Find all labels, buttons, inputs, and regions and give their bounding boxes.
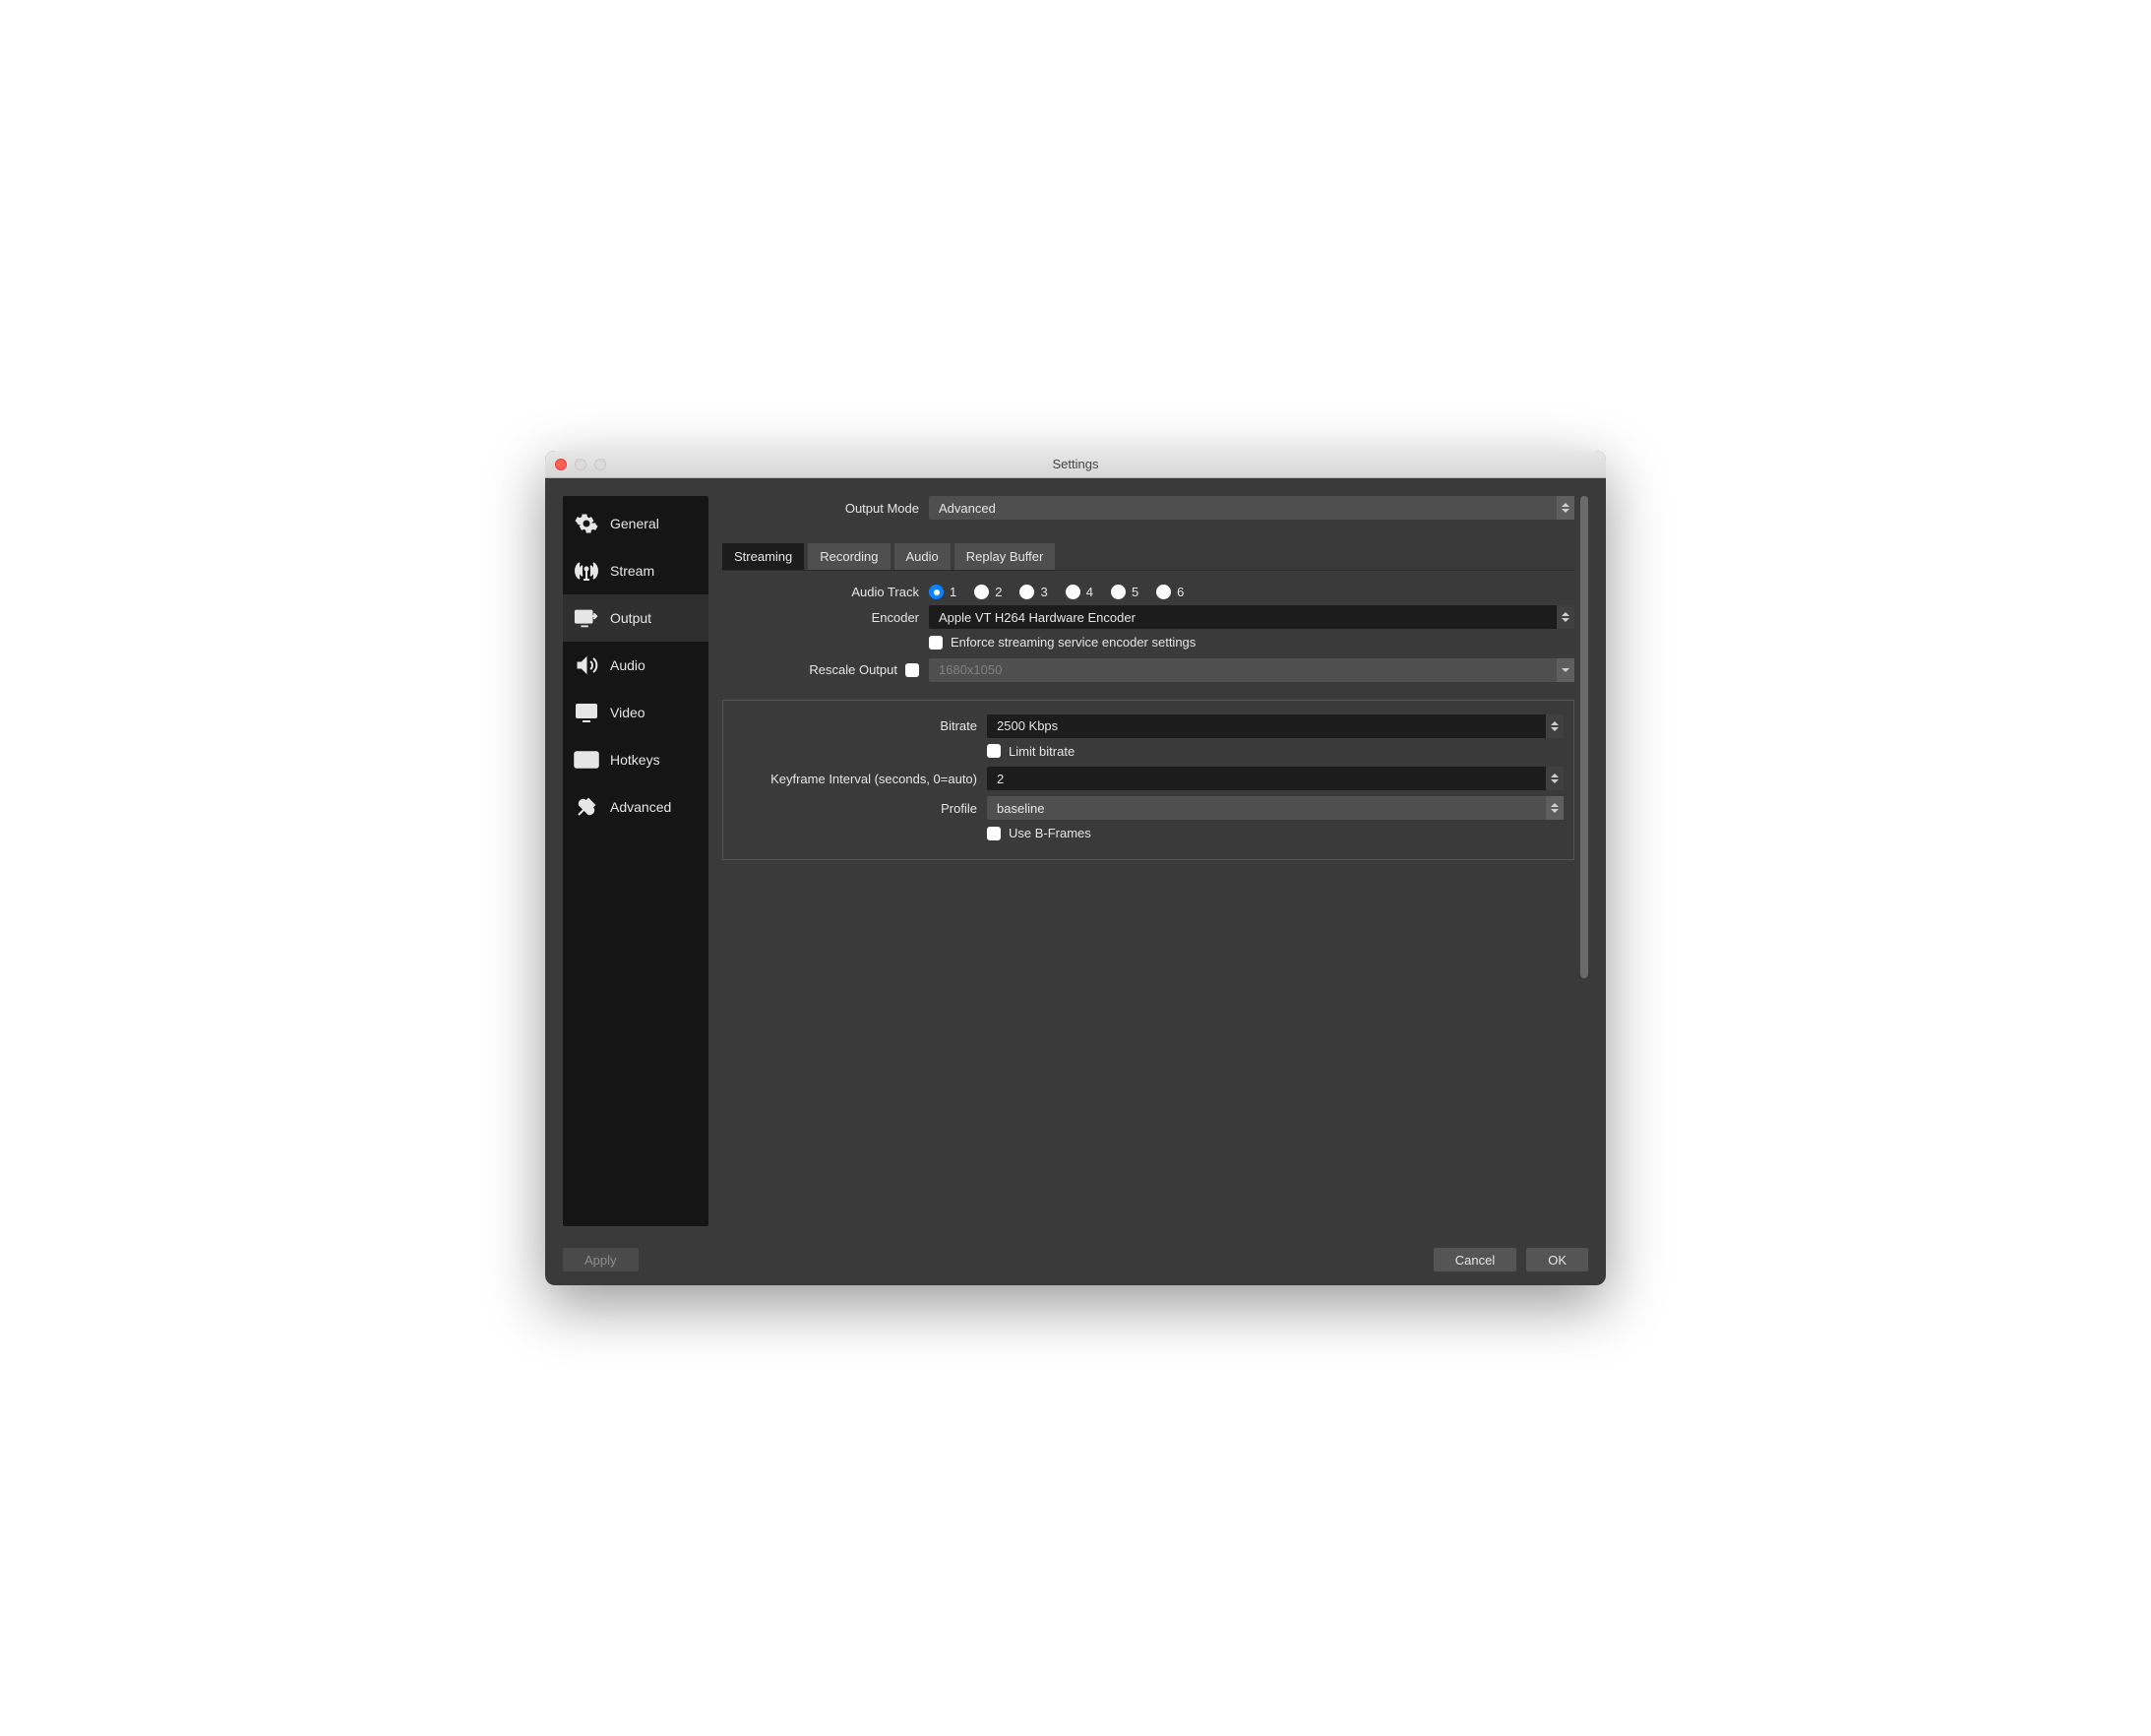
audio-track-3[interactable]: 3 <box>1019 585 1047 599</box>
bitrate-value: 2500 Kbps <box>997 718 1058 733</box>
audio-track-6[interactable]: 6 <box>1156 585 1184 599</box>
rescale-output-select[interactable]: 1680x1050 <box>929 658 1574 682</box>
sidebar-item-label: Output <box>610 610 651 626</box>
monitor-icon <box>573 701 600 724</box>
keyframe-label: Keyframe Interval (seconds, 0=auto) <box>733 772 977 786</box>
audio-track-1[interactable]: 1 <box>929 585 956 599</box>
encoder-settings-group: Bitrate 2500 Kbps <box>722 700 1574 860</box>
audio-track-4[interactable]: 4 <box>1066 585 1093 599</box>
updown-icon <box>1557 605 1574 629</box>
output-mode-select[interactable]: Advanced <box>929 496 1574 520</box>
enforce-encoder-checkbox[interactable]: Enforce streaming service encoder settin… <box>929 635 1196 650</box>
antenna-icon <box>573 559 600 583</box>
rescale-output-label: Rescale Output <box>809 662 897 677</box>
output-mode-value: Advanced <box>939 501 996 516</box>
gear-icon <box>573 512 600 535</box>
sidebar-item-label: Hotkeys <box>610 752 660 768</box>
apply-button[interactable]: Apply <box>563 1248 639 1271</box>
audio-track-label: Audio Track <box>722 585 919 599</box>
limit-bitrate-label: Limit bitrate <box>1009 744 1075 759</box>
tab-replay-buffer[interactable]: Replay Buffer <box>954 543 1056 570</box>
encoder-select[interactable]: Apple VT H264 Hardware Encoder <box>929 605 1574 629</box>
tab-recording[interactable]: Recording <box>808 543 890 570</box>
cancel-button[interactable]: Cancel <box>1434 1248 1516 1271</box>
limit-bitrate-checkbox[interactable]: Limit bitrate <box>987 744 1075 759</box>
sidebar-item-video[interactable]: Video <box>563 689 708 736</box>
tab-streaming[interactable]: Streaming <box>722 543 804 570</box>
sidebar-item-label: Video <box>610 705 645 720</box>
chevron-down-icon <box>1557 658 1574 682</box>
sidebar-item-label: Audio <box>610 657 645 673</box>
speaker-icon <box>573 653 600 677</box>
profile-select[interactable]: baseline <box>987 796 1564 820</box>
profile-value: baseline <box>997 801 1044 816</box>
audio-track-radios: 1 2 3 4 5 6 <box>929 585 1574 599</box>
audio-track-2[interactable]: 2 <box>974 585 1002 599</box>
rescale-output-value: 1680x1050 <box>939 662 1002 677</box>
profile-label: Profile <box>733 801 977 816</box>
ok-button[interactable]: OK <box>1526 1248 1588 1271</box>
output-icon <box>573 606 600 630</box>
bframes-label: Use B-Frames <box>1009 826 1091 840</box>
tab-audio[interactable]: Audio <box>894 543 951 570</box>
encoder-value: Apple VT H264 Hardware Encoder <box>939 610 1136 625</box>
keyboard-icon <box>573 748 600 772</box>
sidebar-item-label: Advanced <box>610 799 671 815</box>
window-title: Settings <box>545 457 1606 471</box>
sidebar-item-stream[interactable]: Stream <box>563 547 708 594</box>
dialog-footer: Apply Cancel OK <box>545 1238 1606 1285</box>
sidebar-item-label: Stream <box>610 563 654 579</box>
tools-icon <box>573 795 600 819</box>
sidebar-item-label: General <box>610 516 659 531</box>
bitrate-label: Bitrate <box>733 718 977 733</box>
titlebar: Settings <box>545 451 1606 478</box>
updown-icon <box>1546 796 1564 820</box>
output-mode-label: Output Mode <box>722 501 919 516</box>
output-tabs: Streaming Recording Audio Replay Buffer <box>722 543 1574 571</box>
vertical-scrollbar[interactable] <box>1580 496 1588 978</box>
spinner-icon[interactable] <box>1546 767 1564 790</box>
keyframe-input[interactable]: 2 <box>987 767 1564 790</box>
sidebar-item-general[interactable]: General <box>563 500 708 547</box>
enforce-encoder-label: Enforce streaming service encoder settin… <box>951 635 1196 650</box>
sidebar-item-hotkeys[interactable]: Hotkeys <box>563 736 708 783</box>
keyframe-value: 2 <box>997 772 1004 786</box>
bitrate-input[interactable]: 2500 Kbps <box>987 714 1564 738</box>
sidebar-item-audio[interactable]: Audio <box>563 642 708 689</box>
encoder-label: Encoder <box>722 610 919 625</box>
settings-sidebar: General Stream Output Audio <box>563 496 708 1226</box>
sidebar-item-output[interactable]: Output <box>563 594 708 642</box>
rescale-output-checkbox[interactable] <box>905 663 919 677</box>
settings-main: Output Mode Advanced Streaming Recording… <box>722 496 1588 1226</box>
settings-window: Settings General Stream Output <box>545 451 1606 1285</box>
spinner-icon[interactable] <box>1546 714 1564 738</box>
updown-icon <box>1557 496 1574 520</box>
bframes-checkbox[interactable]: Use B-Frames <box>987 826 1091 840</box>
audio-track-5[interactable]: 5 <box>1111 585 1138 599</box>
sidebar-item-advanced[interactable]: Advanced <box>563 783 708 831</box>
